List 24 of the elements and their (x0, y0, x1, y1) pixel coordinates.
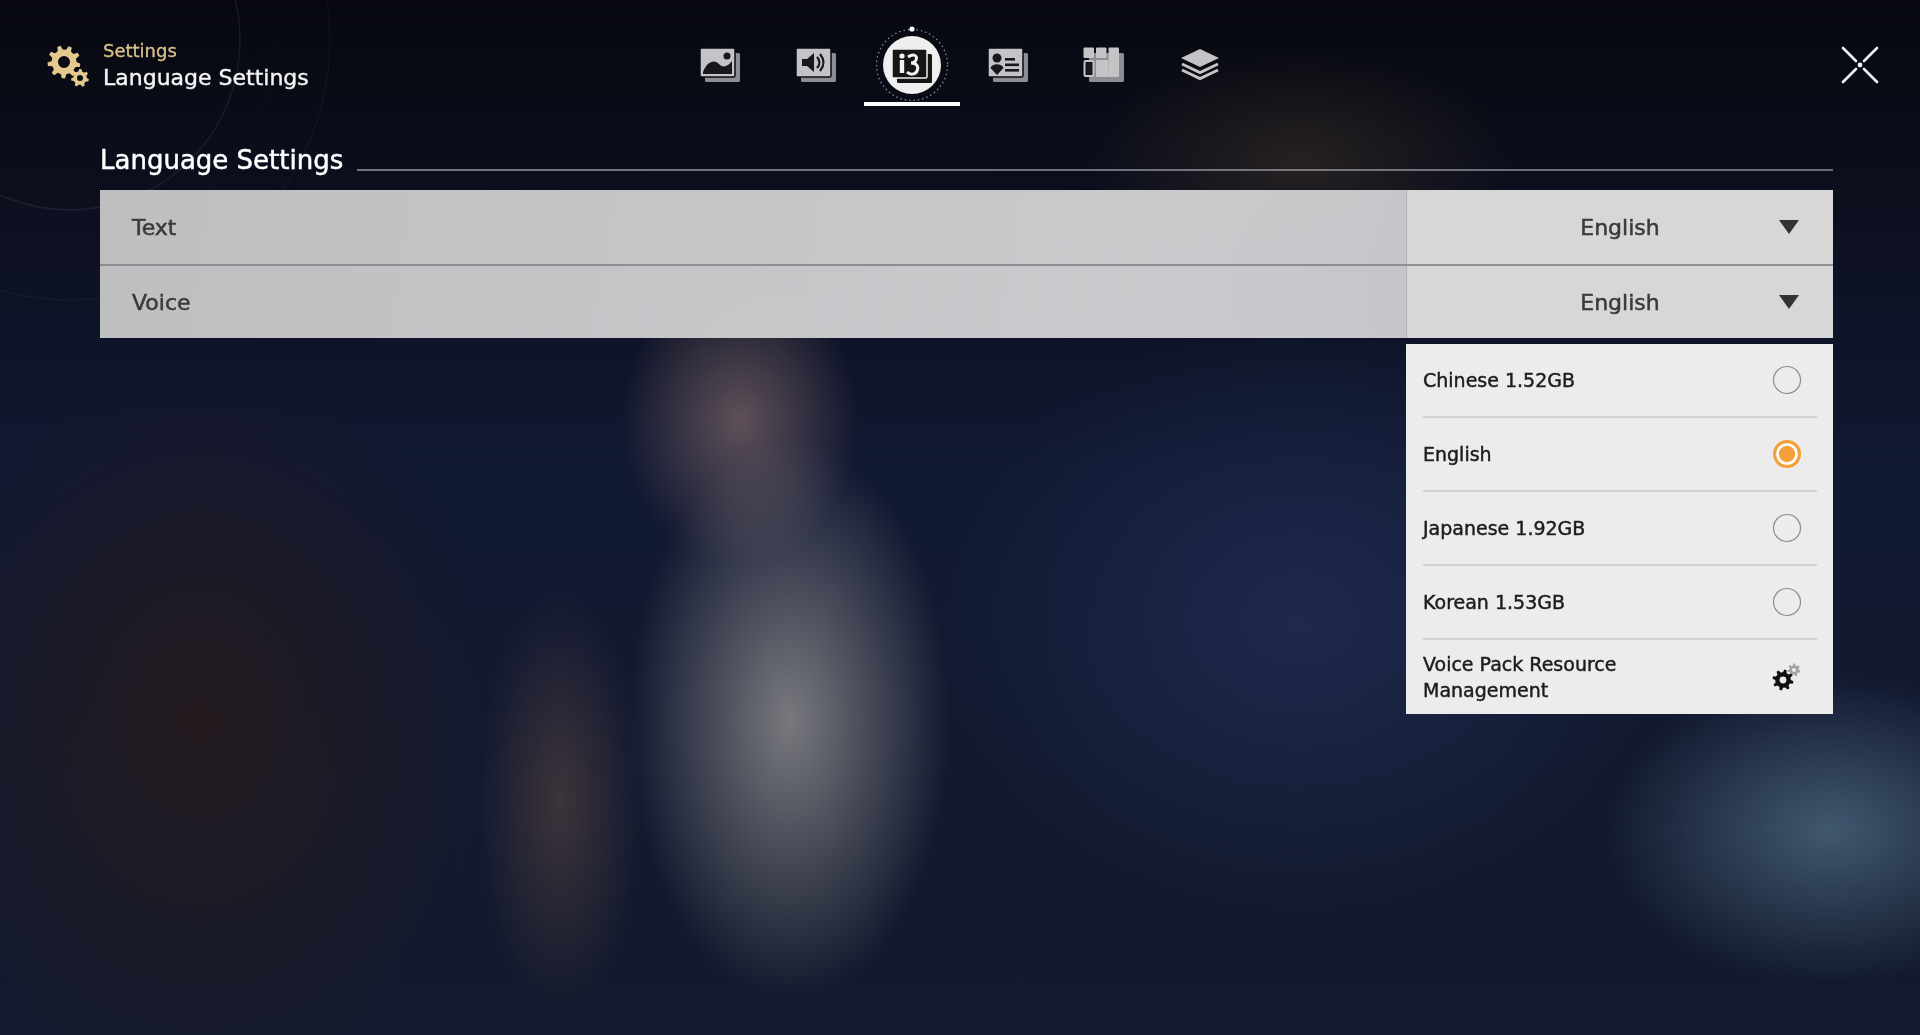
gear-icon (46, 44, 90, 88)
language-option[interactable]: Korean 1.53GB (1423, 566, 1817, 640)
breadcrumb-label: Settings (103, 39, 178, 63)
setting-label: Text (132, 214, 177, 240)
language-icon (873, 26, 951, 104)
settings-tab[interactable] (864, 24, 960, 106)
page-title: Language Settings (103, 64, 309, 92)
gears-icon (1772, 663, 1802, 691)
picture-icon (698, 46, 742, 84)
resource-management-link[interactable]: Voice Pack Resource Management (1423, 640, 1817, 714)
close-button[interactable] (1840, 45, 1880, 85)
language-option[interactable]: English (1423, 418, 1817, 492)
language-option[interactable]: Chinese 1.52GB (1423, 344, 1817, 418)
language-dropdown[interactable]: English (1406, 190, 1833, 264)
language-option[interactable]: Japanese 1.92GB (1423, 492, 1817, 566)
speaker-icon (794, 46, 838, 84)
language-dropdown[interactable]: English (1406, 266, 1833, 338)
caret-down-icon (1779, 220, 1799, 234)
setting-label: Voice (132, 289, 191, 315)
caret-down-icon (1779, 295, 1799, 309)
close-icon (1840, 45, 1880, 85)
section-title: Language Settings (100, 144, 344, 177)
profile-card-icon (986, 46, 1030, 84)
tiles-icon (1082, 46, 1126, 84)
